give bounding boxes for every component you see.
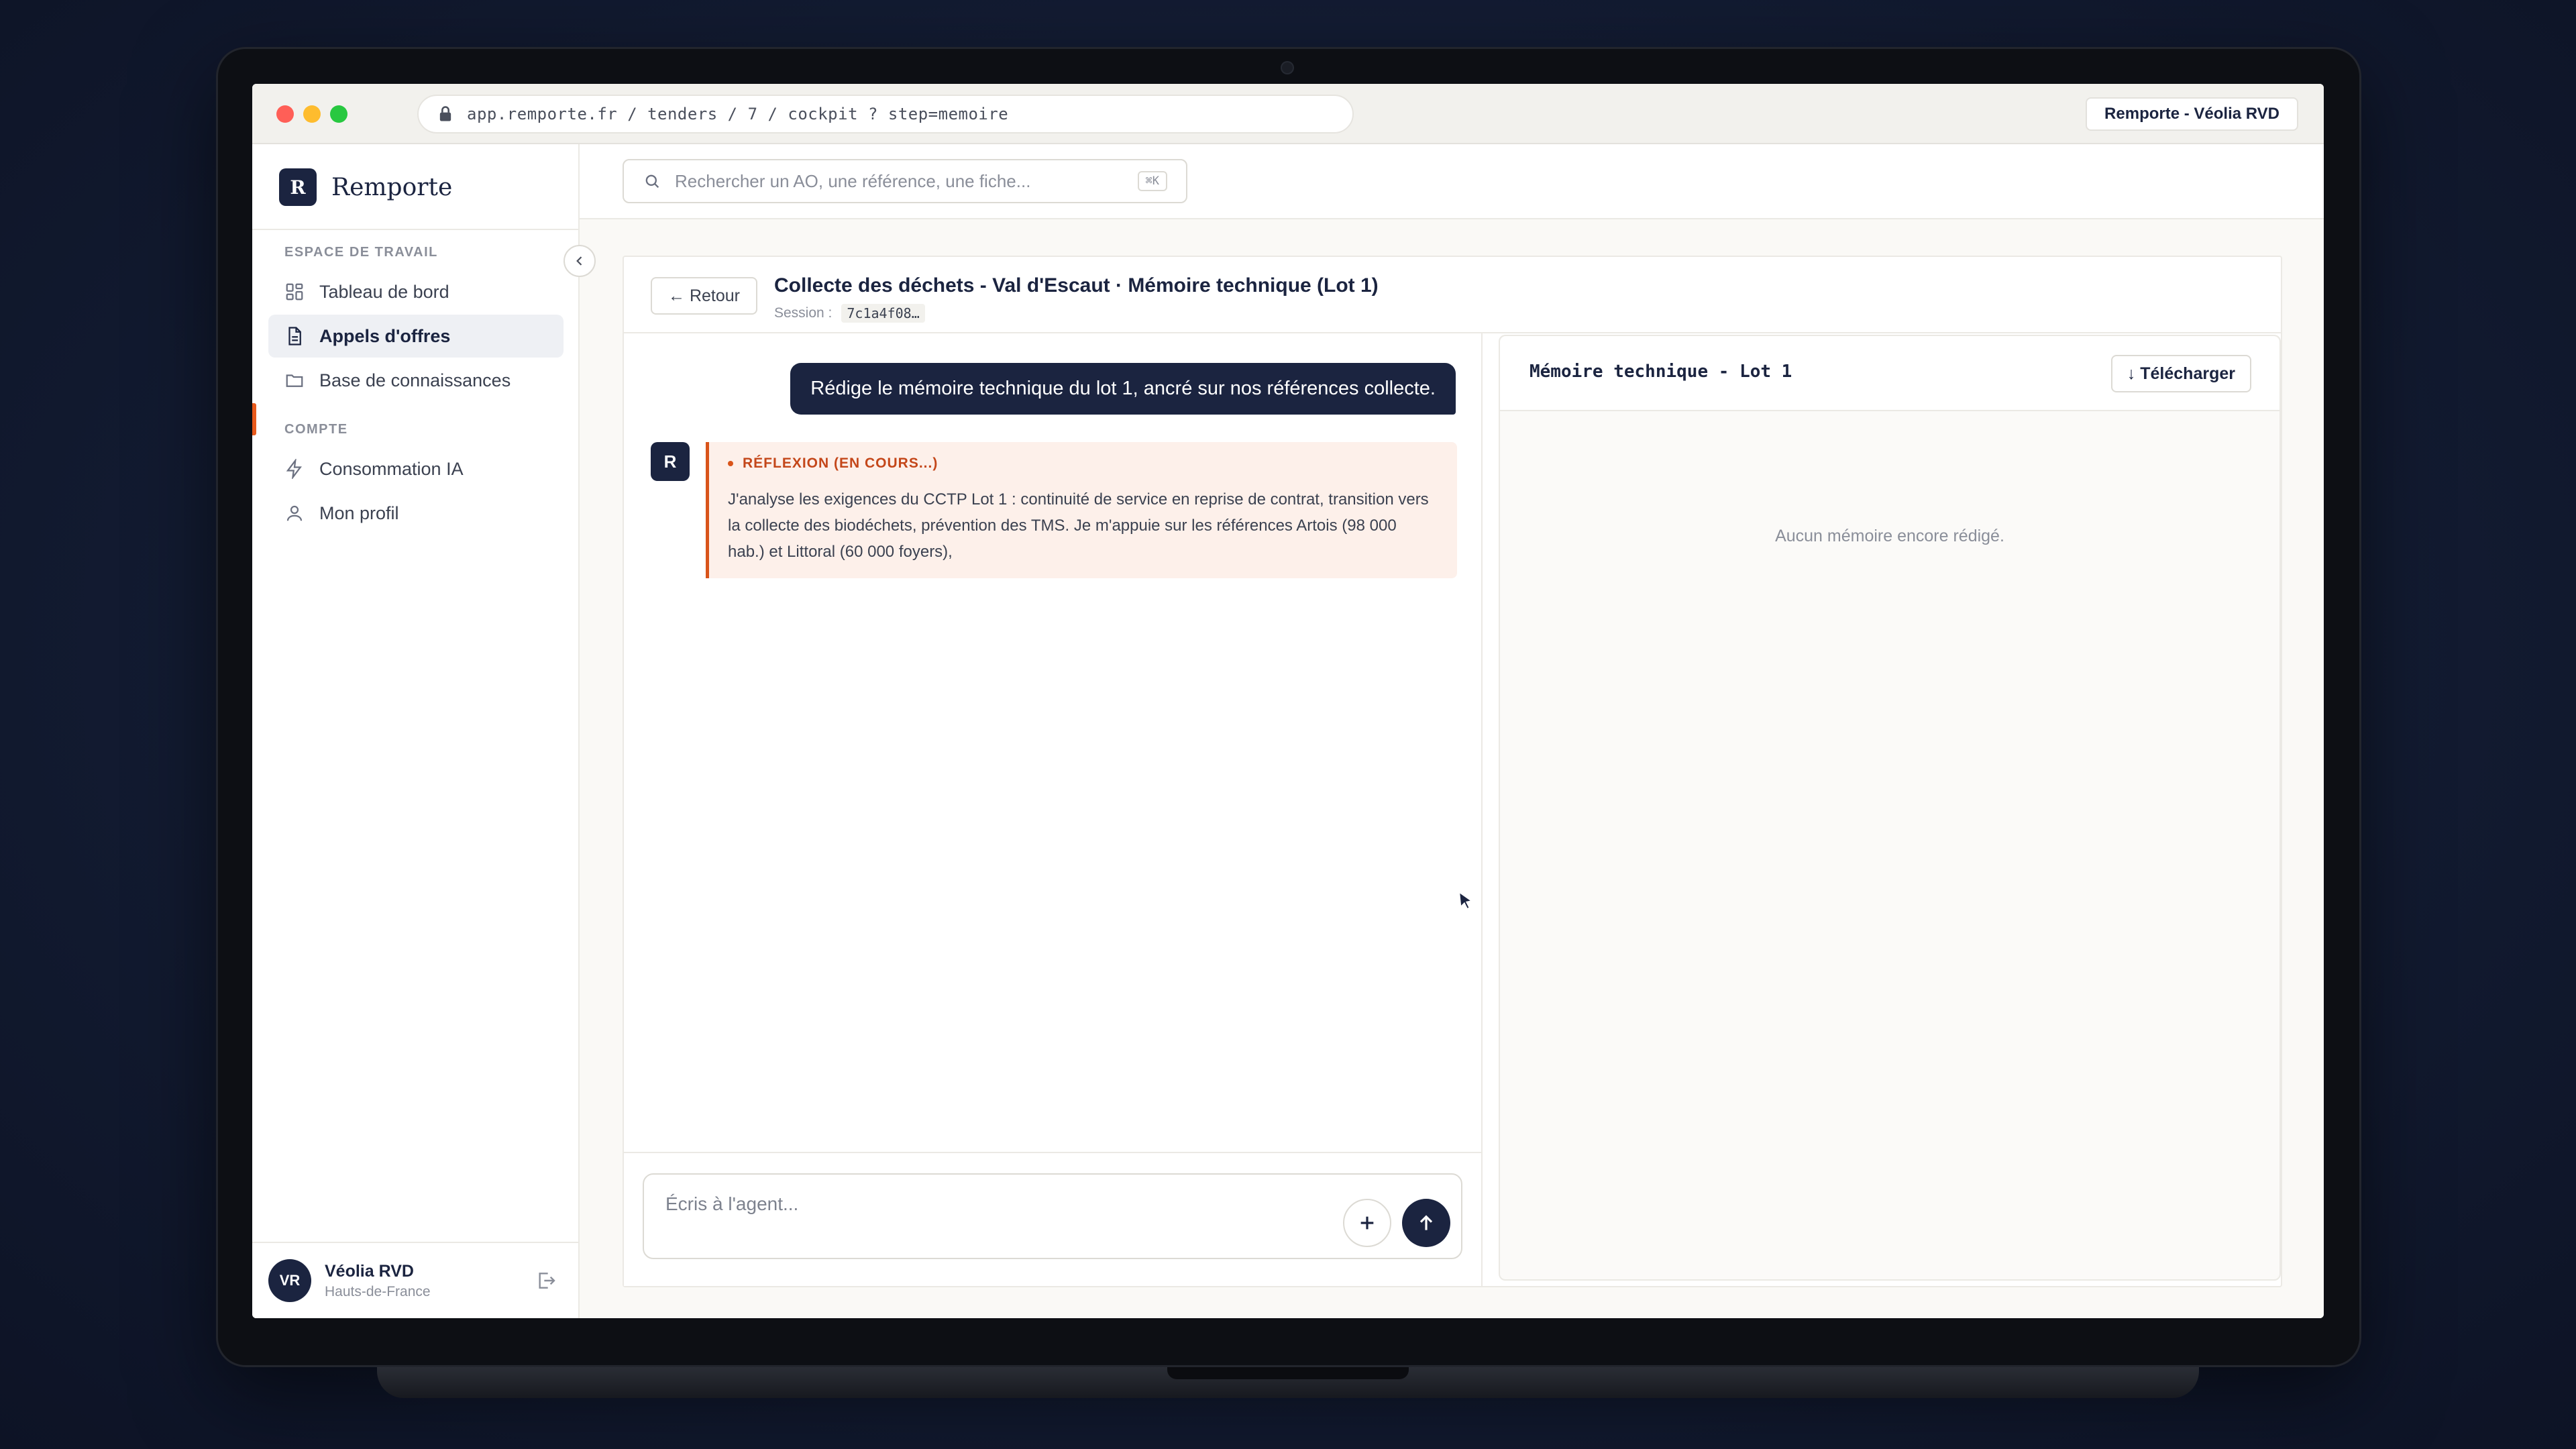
page-title: Collecte des déchets - Val d'Escaut · Mé… — [774, 274, 1379, 297]
reflection-block: RÉFLEXION (EN COURS...) J'analyse les ex… — [706, 442, 1457, 578]
camera-dot — [1282, 62, 1293, 73]
chevron-left-icon — [576, 256, 582, 266]
document-preview-header: Mémoire technique - Lot 1 ↓ Télécharger — [1500, 336, 2279, 411]
session-id: 7c1a4f08… — [841, 304, 925, 323]
url-text: app.remporte.fr / tenders / 7 / cockpit … — [467, 105, 1009, 123]
folder-icon — [286, 374, 303, 387]
search-input[interactable]: Rechercher un AO, une référence, une fic… — [623, 159, 1187, 203]
sidebar-item-label: Base de connaissances — [319, 370, 511, 390]
user-name: Véolia RVD — [325, 1261, 414, 1281]
sidebar-item-label: Consommation IA — [319, 458, 464, 479]
sidebar-item-label: Tableau de bord — [319, 281, 449, 302]
cockpit-header: ← Retour Collecte des déchets - Val d'Es… — [624, 257, 2281, 333]
maximize-window-button[interactable] — [330, 105, 347, 123]
document-icon — [288, 327, 301, 345]
sidebar-item-dashboard[interactable]: Tableau de bord — [268, 270, 564, 313]
browser-toolbar: app.remporte.fr / tenders / 7 / cockpit … — [252, 84, 2324, 144]
topbar: Rechercher un AO, une référence, une fic… — [580, 144, 2324, 219]
close-window-button[interactable] — [276, 105, 294, 123]
collapse-sidebar-button[interactable] — [564, 245, 596, 277]
sidebar-item-ai-usage[interactable]: Consommation IA — [268, 447, 564, 490]
sidebar-item-label: Appels d'offres — [319, 325, 451, 346]
plus-icon — [1360, 1216, 1374, 1230]
logout-icon[interactable] — [535, 1270, 557, 1291]
session-label: Session : — [774, 305, 833, 321]
active-indicator — [252, 403, 256, 435]
attach-button[interactable] — [1343, 1199, 1391, 1247]
agent-avatar: R — [651, 442, 690, 481]
grid-icon — [286, 283, 303, 301]
laptop-notch — [1167, 1367, 1409, 1379]
status-dot-icon — [728, 461, 733, 466]
message-composer[interactable]: Écris à l'agent... — [643, 1173, 1462, 1259]
tender-cockpit: ← Retour Collecte des déchets - Val d'Es… — [623, 256, 2282, 1287]
user-account: VR Véolia RVD Hauts-de-France — [252, 1242, 578, 1318]
divider — [252, 229, 578, 230]
sidebar-item-tenders[interactable]: Appels d'offres — [268, 315, 564, 358]
chat-panel: Rédige le mémoire technique du lot 1, an… — [624, 333, 1483, 1286]
shortcut-hint: ⌘K — [1137, 171, 1167, 191]
send-button[interactable] — [1402, 1199, 1450, 1247]
arrow-up-icon — [1419, 1215, 1433, 1230]
section-label-account: COMPTE — [284, 422, 348, 437]
brand[interactable]: R Remporte — [279, 168, 452, 206]
composer-placeholder: Écris à l'agent... — [665, 1193, 799, 1214]
sidebar: R Remporte ESPACE DE TRAVAIL Tableau de … — [252, 144, 580, 1318]
reflection-text: J'analyse les exigences du CCTP Lot 1 : … — [728, 490, 1429, 561]
address-bar[interactable]: app.remporte.fr / tenders / 7 / cockpit … — [417, 95, 1354, 133]
reflection-label: RÉFLEXION (EN COURS...) — [743, 455, 938, 471]
user-message: Rédige le mémoire technique du lot 1, an… — [790, 363, 1456, 415]
sidebar-item-knowledge-base[interactable]: Base de connaissances — [268, 359, 564, 402]
brand-name: Remporte — [331, 173, 453, 201]
sidebar-item-profile[interactable]: Mon profil — [268, 492, 564, 535]
user-region: Hauts-de-France — [325, 1283, 431, 1299]
session-info: Session : 7c1a4f08… — [774, 304, 925, 323]
reflection-status: RÉFLEXION (EN COURS...) — [728, 455, 1437, 472]
back-button[interactable]: ← Retour — [651, 277, 757, 315]
browser-window: app.remporte.fr / tenders / 7 / cockpit … — [252, 84, 2324, 1318]
composer-area: Écris à l'agent... — [624, 1152, 1481, 1286]
search-placeholder: Rechercher un AO, une référence, une fic… — [675, 170, 1031, 191]
avatar[interactable]: VR — [268, 1259, 311, 1302]
search-icon — [645, 174, 659, 189]
mouse-cursor-icon — [1458, 891, 1473, 910]
empty-state: Aucun mémoire encore rédigé. — [1775, 527, 2004, 545]
main-content: Rechercher un AO, une référence, une fic… — [580, 144, 2324, 1318]
document-title: Mémoire technique - Lot 1 — [1529, 362, 1792, 382]
section-label-workspace: ESPACE DE TRAVAIL — [284, 245, 438, 260]
minimize-window-button[interactable] — [303, 105, 321, 123]
download-button[interactable]: ↓ Télécharger — [2110, 355, 2251, 392]
sidebar-item-label: Mon profil — [319, 502, 399, 523]
tenant-badge[interactable]: Remporte - Véolia RVD — [2086, 97, 2298, 131]
brand-logo: R — [279, 168, 317, 206]
user-info: Véolia RVD Hauts-de-France — [325, 1262, 431, 1300]
document-preview-panel: Mémoire technique - Lot 1 ↓ Télécharger … — [1499, 335, 2281, 1281]
lock-icon — [439, 106, 451, 121]
lightning-icon — [286, 459, 302, 479]
user-icon — [286, 505, 303, 521]
